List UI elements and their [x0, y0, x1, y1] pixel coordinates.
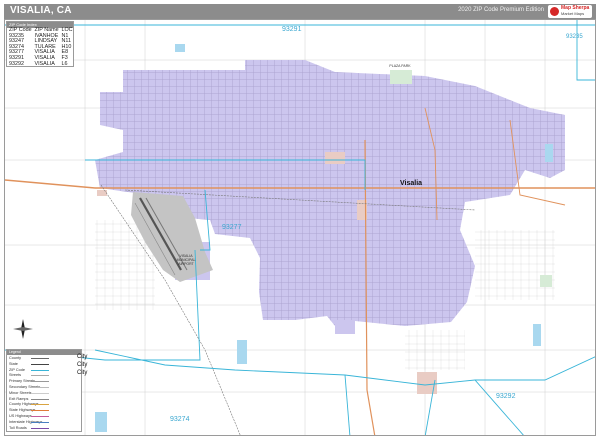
legend-row: Primary Streets — [9, 379, 49, 384]
zip-code-cell: 93292 — [9, 60, 24, 67]
legend-swatch — [31, 363, 49, 365]
legend-row: Toll Roads — [9, 425, 49, 431]
legend-row: Streets — [9, 373, 49, 378]
edition-label: 2020 ZIP Code Premium Edition — [458, 7, 544, 13]
legend-swatch — [31, 375, 49, 377]
zip-label-93277: 93277 — [222, 224, 242, 231]
legend-row: State Highways — [9, 408, 49, 413]
map-area[interactable] — [4, 19, 596, 436]
zip-name-cell: VISALIA — [34, 60, 55, 67]
publisher-logo: Map Sherpa Market Maps — [548, 5, 592, 18]
legend-swatch — [31, 387, 49, 388]
legend-swatch — [31, 410, 49, 412]
legend-swatch — [31, 392, 49, 394]
legend-city-label: City — [77, 354, 88, 360]
zip-label-93274: 93274 — [170, 416, 190, 423]
legend-row-label: Toll Roads — [9, 425, 27, 430]
legend-row: State — [9, 361, 49, 367]
park-label: PLAZA PARK — [389, 64, 411, 68]
map-title: VISALIA, CA — [10, 5, 72, 16]
legend-row: ZIP Code — [9, 367, 49, 373]
map-canvas[interactable] — [5, 20, 596, 436]
zip-index-table: ZIP Code ZIP Name LOC 93235 IVANHOE N1 9… — [7, 27, 73, 68]
compass-rose-icon — [13, 319, 33, 339]
legend-swatch — [31, 427, 49, 429]
legend-row: Exit Ramps — [9, 396, 49, 402]
zip-label-93291: 93291 — [282, 26, 302, 33]
zip-label-93235: 93235 — [566, 34, 583, 40]
legend-swatch — [31, 404, 49, 406]
legend-row-label: US Highways — [9, 414, 32, 418]
title-bar: VISALIA, CA 2020 ZIP Code Premium Editio… — [4, 4, 596, 19]
legend-swatch — [31, 358, 49, 359]
zip-label-93292: 93292 — [496, 393, 516, 400]
logo-subtitle: Market Maps — [561, 11, 585, 16]
legend-row-label: ZIP Code — [9, 367, 25, 372]
city-label-visalia: Visalia — [400, 180, 423, 187]
legend-row-label: Minor Streets — [9, 390, 32, 395]
legend-swatch — [31, 398, 49, 400]
legend-row: Secondary Streets — [9, 385, 49, 390]
legend-row-label: State — [9, 361, 18, 366]
legend-header: Legend — [7, 350, 81, 355]
legend-row-label: County — [9, 356, 22, 360]
legend-swatch — [31, 416, 49, 417]
legend-row: County — [9, 356, 49, 361]
legend-swatch — [31, 369, 49, 371]
legend-row-label: Streets — [9, 373, 22, 378]
table-row: 93292 VISALIA L6 — [7, 60, 73, 68]
legend-row: Minor Streets — [9, 390, 49, 396]
airport-label: VISALIA MUNICIPAL AIRPORT — [176, 254, 196, 266]
legend-row: Interstate Highways — [9, 420, 49, 425]
legend-swatch — [31, 381, 49, 383]
map-legend: Legend County State ZIP Code Streets Primary… — [6, 349, 87, 432]
legend-row: US Highways — [9, 414, 49, 419]
zip-index-panel: ZIP Code Index ZIP Code ZIP Name LOC 932… — [6, 21, 74, 67]
loc-cell: L6 — [61, 60, 68, 67]
legend-swatch — [31, 421, 49, 423]
logo-mark-icon — [550, 7, 559, 16]
legend-row-label: Exit Ramps — [9, 396, 29, 401]
legend-row: County Highways — [9, 402, 49, 407]
legend-city-label: City — [77, 362, 88, 368]
legend-city-label: City — [77, 370, 88, 376]
